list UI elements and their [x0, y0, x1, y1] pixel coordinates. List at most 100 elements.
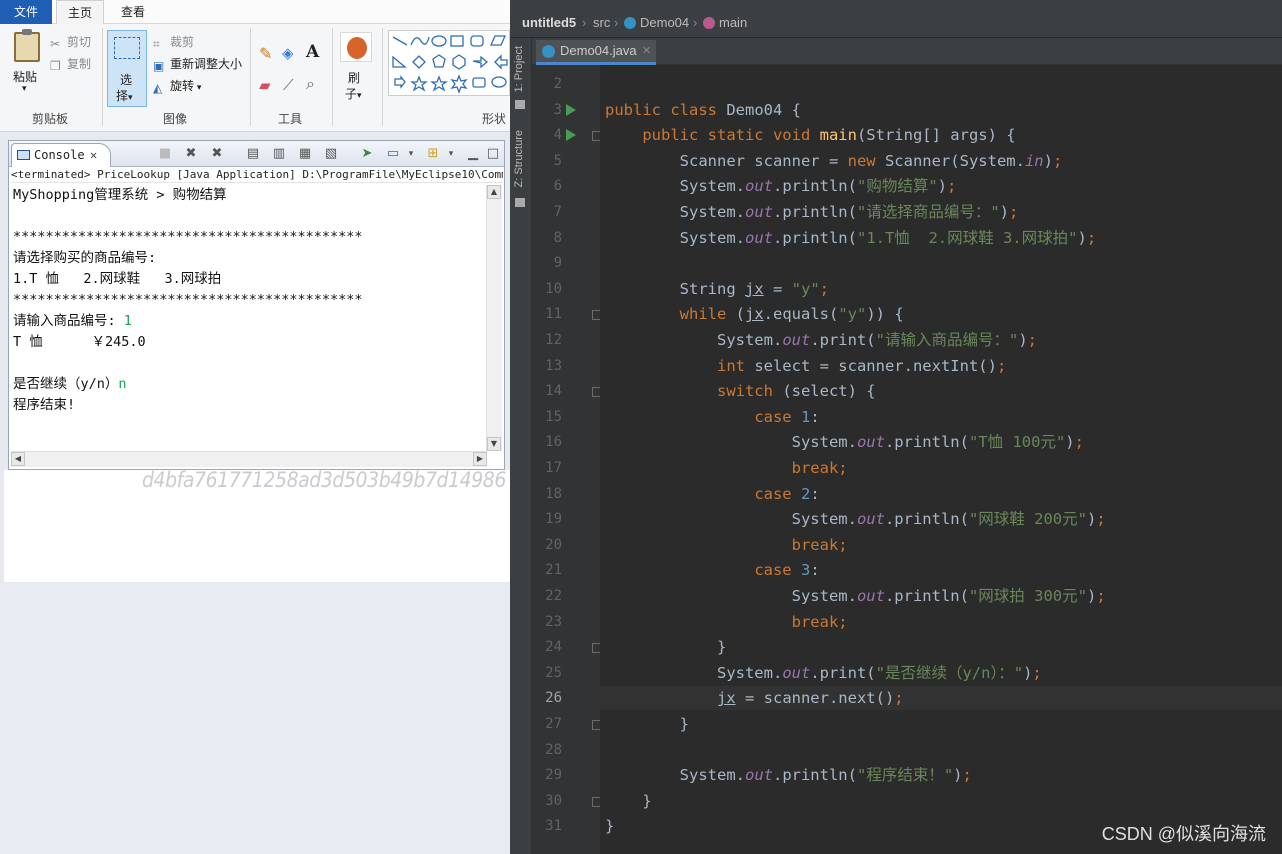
code-line: System.out.print("是否继续（y/n）："); [605, 663, 1042, 682]
console-line-text: MyShopping管理系统 > 购物结算 [13, 187, 227, 203]
code-line: while (jx.equals("y")) { [679, 305, 904, 324]
paste-button[interactable]: 粘贴 [13, 68, 37, 85]
scroll-right-icon[interactable]: ▶ [473, 452, 487, 466]
scroll-left-icon[interactable]: ◀ [11, 452, 25, 466]
editor-tabs: Demo04.java ✕ [532, 38, 1282, 65]
line-number: 5 [553, 152, 562, 169]
close-icon[interactable]: ✕ [642, 40, 651, 62]
java-class-icon [542, 45, 555, 58]
breadcrumb-class[interactable]: Demo04 [624, 15, 689, 30]
display-console-icon[interactable]: ▭ [385, 146, 401, 162]
code-line: System.out.println("T恤 100元"); [605, 433, 1084, 452]
select-button[interactable]: 选 择▾ [107, 30, 147, 107]
code-editor[interactable]: public class Demo04 { public static void… [600, 65, 1282, 854]
select-label-1: 选 [120, 73, 133, 87]
code-line: } [605, 791, 652, 810]
rotate-label: 旋转 [170, 79, 195, 93]
minimize-icon[interactable]: ▁ [465, 146, 481, 162]
cut-button[interactable]: ✂ 剪切 [50, 33, 91, 51]
line-number: 25 [545, 664, 562, 681]
code-line: switch (select) { [716, 382, 876, 401]
divider [382, 28, 383, 126]
code-line: System.out.print("请输入商品编号："); [605, 331, 1037, 349]
breadcrumb-project[interactable]: untitled5 [522, 15, 576, 30]
magnifier-icon[interactable]: ⌕ [306, 74, 315, 94]
eraser-icon[interactable]: ▰ [259, 76, 271, 94]
project-tool-button[interactable]: 1: Project [513, 46, 525, 92]
crop-button[interactable]: ⌗ 裁剪 [153, 33, 194, 51]
divider [250, 28, 251, 126]
line-number: 29 [545, 767, 562, 784]
vertical-scrollbar[interactable]: ▲ ▼ [486, 185, 502, 451]
resize-button[interactable]: ▣ 重新调整大小 [153, 55, 242, 73]
paste-dropdown-icon[interactable]: ▾ [22, 84, 27, 94]
line-number: 11 [545, 306, 562, 323]
open-console-icon[interactable]: ⊞ [425, 146, 441, 162]
rotate-button[interactable]: ◭ 旋转 ▾ [153, 77, 201, 95]
code-line: System.out.println("购物结算"); [605, 177, 957, 196]
console-line: 程序结束! [13, 395, 75, 415]
run-icon[interactable] [566, 103, 576, 116]
paste-icon[interactable] [14, 29, 40, 62]
tab-home[interactable]: 主页 [56, 0, 104, 25]
scroll-down-icon[interactable]: ▼ [487, 437, 501, 451]
pencil-icon[interactable]: ✎ [259, 44, 272, 63]
line-number: 9 [553, 255, 562, 272]
clear-console-icon[interactable]: ▤ [245, 146, 261, 162]
code-line: System.out.println("网球拍 300元"); [605, 587, 1106, 605]
scroll-lock-icon[interactable]: ▥ [271, 146, 287, 162]
line-number: 28 [545, 741, 562, 758]
resize-label: 重新调整大小 [170, 57, 243, 71]
console-tab[interactable]: Console ✕ [11, 143, 111, 167]
maximize-icon[interactable]: □ [485, 146, 501, 162]
line-number: 17 [545, 460, 562, 476]
shapes-gallery[interactable] [388, 30, 510, 96]
pin-console-icon[interactable]: ➤ [359, 146, 375, 162]
code-line: case 2: [754, 484, 820, 503]
text-icon[interactable]: A [306, 42, 319, 62]
copy-icon: ❐ [50, 59, 61, 73]
chevron-down-icon[interactable]: ▾ [403, 146, 419, 162]
copy-button[interactable]: ❐ 复制 [50, 55, 91, 73]
line-number: 26 [545, 690, 562, 707]
code-line: case 3: [754, 561, 820, 580]
color-picker-icon[interactable]: ⟋ [283, 76, 294, 94]
run-icon[interactable] [566, 129, 576, 142]
show-console-icon[interactable]: ▧ [323, 146, 339, 162]
tab-view[interactable]: 查看 [108, 0, 158, 24]
console-line: 请输入商品编号: 1 [13, 311, 132, 331]
console-view: Console ✕ ■ ✖ ✖ ▤ ▥ ▦ ▧ ➤ ▭ ▾ ⊞ ▾ ▁ □ <t… [8, 140, 505, 470]
line-number: 15 [545, 408, 562, 425]
line-number: 13 [545, 357, 562, 374]
line-number: 18 [545, 485, 562, 502]
word-wrap-icon[interactable]: ▦ [297, 146, 313, 162]
remove-launch-icon[interactable]: ✖ [183, 146, 199, 162]
breadcrumb-method[interactable]: main [703, 15, 747, 30]
file-tab-demo04[interactable]: Demo04.java ✕ [536, 40, 656, 65]
ide-window: untitled5 › src › Demo04 › main 1: Proje… [510, 0, 1282, 854]
line-number: 16 [545, 434, 562, 451]
horizontal-scrollbar[interactable]: ◀ ▶ [11, 451, 487, 467]
scroll-up-icon[interactable]: ▲ [487, 185, 501, 199]
chevron-down-icon[interactable]: ▾ [443, 146, 459, 162]
close-icon[interactable]: ✕ [90, 144, 97, 166]
terminate-icon[interactable]: ■ [157, 146, 173, 162]
console-tab-label: Console [34, 148, 85, 162]
remove-all-icon[interactable]: ✖ [209, 146, 225, 162]
tab-file[interactable]: 文件 [0, 0, 52, 24]
console-output[interactable]: MyShopping管理系统 > 购物结算 *******************… [13, 185, 485, 451]
fill-icon[interactable]: ◈ [282, 44, 294, 62]
editor-gutter[interactable]: 2 3 4 5 6 7 8 9 10 11 12 13 14 15 16 17 18 19 20 21 22 23 24 25… [532, 65, 602, 854]
class-icon [624, 17, 636, 29]
line-number: 24 [545, 639, 562, 656]
line-number: 31 [545, 818, 562, 835]
line-number: 22 [545, 588, 562, 604]
console-tabbar: Console ✕ ■ ✖ ✖ ▤ ▥ ▦ ▧ ➤ ▭ ▾ ⊞ ▾ ▁ □ [9, 141, 504, 167]
brush-icon[interactable] [340, 32, 372, 62]
breadcrumb-src[interactable]: src [593, 15, 610, 30]
structure-tool-button[interactable]: Z: Structure [513, 130, 525, 187]
brush-button[interactable]: 子▾ [345, 85, 362, 102]
scissors-icon: ✂ [50, 37, 61, 51]
line-number: 23 [545, 613, 562, 630]
code-line: public class Demo04 { [605, 100, 801, 119]
